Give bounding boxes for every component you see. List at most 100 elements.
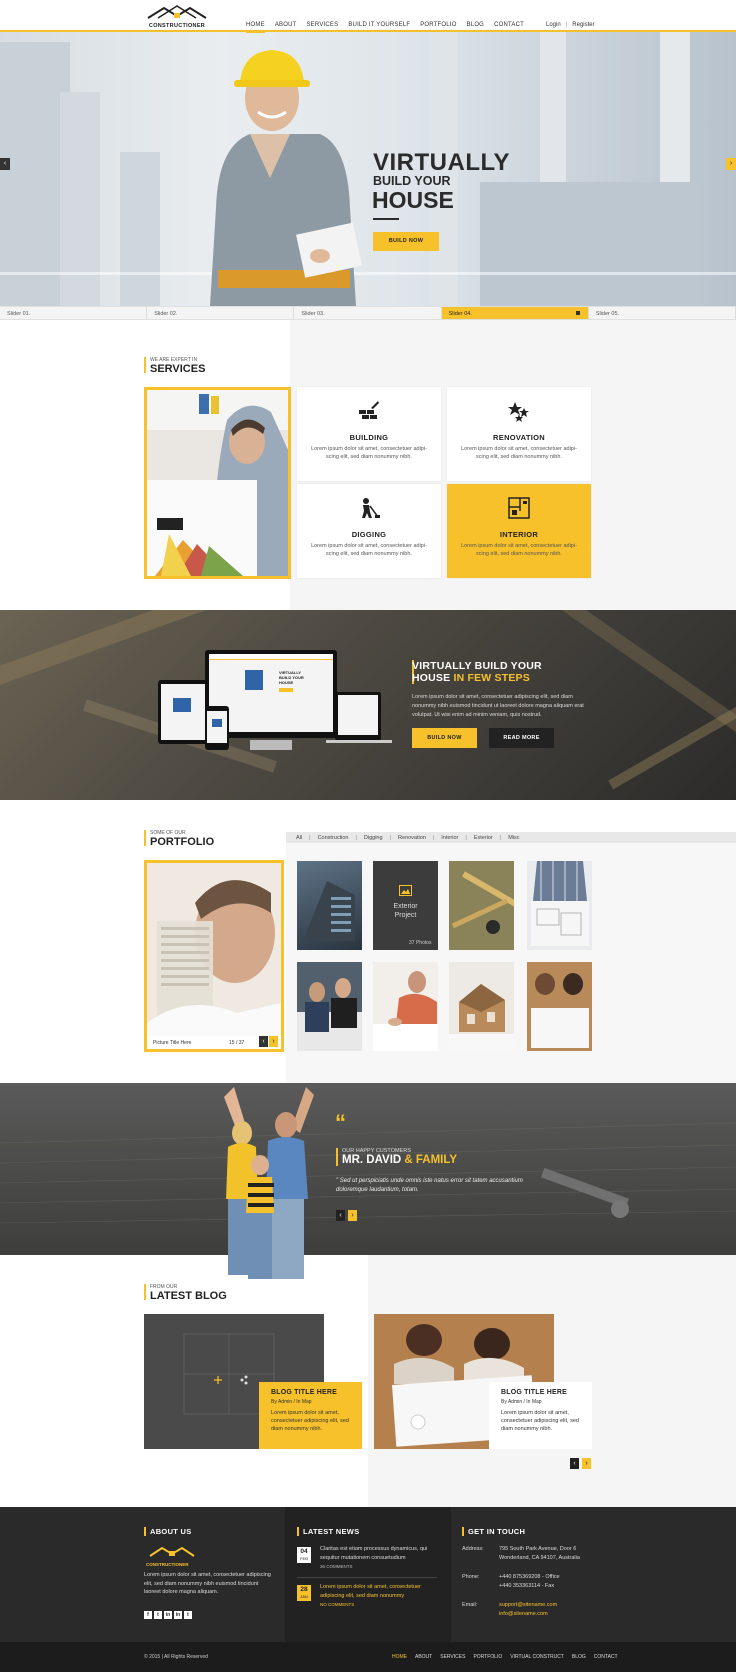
virtual-build-banner: VIRTUALLY BUILD YOUR HOUSE	[0, 610, 736, 800]
portfolio-thumb-house-model[interactable]	[449, 962, 514, 1051]
featured-man-with-model-image	[147, 863, 281, 1049]
screen-title-line3: HOUSE	[279, 680, 294, 685]
chevron-left-icon: ‹	[3, 160, 7, 167]
testimonial-next-button[interactable]: ›	[348, 1210, 357, 1221]
footer-nav-virtual-construct[interactable]: VIRTUAL CONSTRUCT	[510, 1654, 564, 1660]
filter-renovation[interactable]: Renovation	[398, 835, 426, 841]
testimonial-prev-button[interactable]: ‹	[336, 1210, 345, 1221]
business-meeting-image	[297, 978, 362, 1051]
blog-prev-button[interactable]: ‹	[570, 1458, 579, 1469]
news-comments[interactable]: 36 COMMENTS	[320, 1564, 353, 1569]
service-card-building[interactable]: BUILDING Lorem ipsum dolor sit amet, con…	[297, 387, 441, 481]
nav-services[interactable]: SERVICES	[306, 22, 338, 33]
blog-post-excerpt: Lorem ipsum dolor sit amet, consectetuer…	[271, 1410, 349, 1432]
featured-caption: Picture Title Here	[153, 1040, 192, 1046]
slider-tab-3[interactable]: Slider 03.	[294, 307, 442, 319]
portfolio-thumb-blueprint[interactable]	[527, 861, 592, 950]
nav-portfolio[interactable]: PORTFOLIO	[420, 22, 456, 33]
hero-prev-button[interactable]: ‹	[0, 158, 10, 170]
featured-next-button[interactable]: ›	[269, 1036, 278, 1047]
service-card-digging[interactable]: DIGGING Lorem ipsum dolor sit amet, cons…	[297, 484, 441, 578]
email-info-link[interactable]: info@sitename.com	[499, 1610, 548, 1619]
nav-home[interactable]: HOME	[246, 22, 265, 33]
news-item-text[interactable]: Lorem ipsum dolor sit amet, consectetuer…	[320, 1583, 442, 1600]
twitter-icon[interactable]: t	[154, 1611, 162, 1619]
filter-all[interactable]: All	[296, 835, 302, 841]
services-title: SERVICES	[150, 363, 206, 375]
portfolio-thumb-exterior-project[interactable]: Exterior Project 37 Photos	[373, 861, 438, 950]
house-roof-logo-icon	[147, 5, 207, 19]
footer-contact-title: GET IN TOUCH	[461, 1527, 526, 1536]
banner-build-now-button[interactable]: BUILD NOW	[412, 728, 477, 748]
blog-post-title[interactable]: BLOG TITLE HERE	[271, 1389, 350, 1396]
footer-nav-contact[interactable]: CONTACT	[594, 1654, 618, 1660]
slider-tab-2[interactable]: Slider 02.	[147, 307, 295, 319]
service-text: Lorem ipsum dolor sit amet, consectetuer…	[311, 446, 427, 460]
news-item-text[interactable]: Claritas est etiam processus dynamicus, …	[320, 1545, 442, 1562]
blog-post-1-card[interactable]: BLOG TITLE HERE By Admin / In Map Lorem …	[259, 1382, 362, 1449]
laptop-base	[326, 740, 392, 743]
bricks-trowel-icon	[359, 401, 379, 419]
news-divider	[297, 1577, 437, 1578]
filter-digging[interactable]: Digging	[364, 835, 383, 841]
portfolio-thumb-meeting[interactable]	[297, 962, 362, 1051]
blog-next-button[interactable]: ›	[582, 1458, 591, 1469]
address-value: 795 South Park Avenue, Door 6 Wonderland…	[499, 1546, 580, 1561]
hero-build-now-button[interactable]: BUILD NOW	[373, 232, 439, 251]
linkedin-alt-icon[interactable]: in	[174, 1611, 182, 1619]
facebook-icon[interactable]: f	[144, 1611, 152, 1619]
portfolio-thumb-drawing[interactable]	[373, 962, 438, 1051]
construction-worker-image	[210, 50, 362, 306]
chevron-left-icon: ‹	[262, 1038, 265, 1045]
footer-nav-about[interactable]: ABOUT	[415, 1654, 432, 1660]
nav-build-it-yourself[interactable]: BUILD IT YOURSELF	[348, 22, 410, 33]
footer-nav-blog[interactable]: BLOG	[572, 1654, 586, 1660]
service-card-renovation[interactable]: RENOVATION Lorem ipsum dolor sit amet, c…	[447, 387, 591, 481]
laptop-image	[335, 692, 381, 740]
featured-prev-button[interactable]: ‹	[259, 1036, 268, 1047]
news-comments[interactable]: NO COMMENTS	[320, 1602, 354, 1607]
nav-contact[interactable]: CONTACT	[494, 22, 524, 33]
testimonial-quote: " Sed ut perspiciatis unde omnis iste na…	[336, 1178, 523, 1193]
slider-tabs: Slider 01. Slider 02. Slider 03. Slider …	[0, 306, 736, 320]
linkedin-icon[interactable]: in	[164, 1611, 172, 1619]
slider-tab-5[interactable]: Slider 05.	[589, 307, 736, 319]
hero-title-line3: HOUSE	[372, 187, 454, 213]
service-card-interior[interactable]: INTERIOR Lorem ipsum dolor sit amet, con…	[447, 484, 591, 578]
filter-construction[interactable]: Construction	[318, 835, 349, 841]
footer-nav: HOME ABOUT SERVICES PORTFOLIO VIRTUAL CO…	[392, 1654, 618, 1660]
footer-nav-portfolio[interactable]: PORTFOLIO	[473, 1654, 502, 1660]
services-photo	[144, 387, 291, 579]
slider-tab-4[interactable]: Slider 04.	[441, 307, 589, 319]
nav-blog[interactable]: BLOG	[467, 22, 484, 33]
chevron-right-icon: ›	[272, 1038, 275, 1045]
email-label: Email:	[462, 1602, 478, 1608]
footer-nav-services[interactable]: SERVICES	[440, 1654, 465, 1660]
phone-fax: +440 353363114 - Fax	[499, 1583, 555, 1589]
filter-misc[interactable]: Misc	[508, 835, 519, 841]
footer-nav-home[interactable]: HOME	[392, 1654, 407, 1660]
hero-slider: VIRTUALLY BUILD YOUR HOUSE BUILD NOW ‹ ›	[0, 32, 736, 306]
monitor-stand	[250, 740, 292, 750]
portfolio-thumb-tools[interactable]	[449, 861, 514, 950]
logo-text: CONSTRUCTIONER	[148, 23, 206, 29]
blog-post-2-card[interactable]: BLOG TITLE HERE By Admin / In Map Lorem …	[489, 1382, 592, 1449]
portfolio-thumb-couple-plans[interactable]	[527, 962, 592, 1051]
hero-title-line2: BUILD YOUR	[373, 174, 451, 188]
login-link[interactable]: Login	[546, 22, 561, 28]
email-support-link[interactable]: support@sitename.com	[499, 1601, 557, 1610]
filter-exterior[interactable]: Exterior	[474, 835, 493, 841]
register-link[interactable]: Register	[572, 22, 594, 28]
blog-post-title[interactable]: BLOG TITLE HERE	[501, 1389, 580, 1396]
slider-tab-1[interactable]: Slider 01.	[0, 307, 148, 319]
banner-read-more-button[interactable]: READ MORE	[489, 728, 554, 748]
portfolio-featured[interactable]: Picture Title Here 15 / 37 ‹ ›	[144, 860, 284, 1052]
service-title: RENOVATION	[493, 433, 545, 442]
site-header: CONSTRUCTIONER HOME ABOUT SERVICES BUILD…	[0, 0, 736, 33]
hero-next-button[interactable]: ›	[726, 158, 736, 170]
nav-about[interactable]: ABOUT	[275, 22, 297, 33]
logo[interactable]: CONSTRUCTIONER	[144, 4, 210, 30]
filter-interior[interactable]: Interior	[441, 835, 458, 841]
portfolio-thumb-building[interactable]	[297, 861, 362, 950]
tumblr-icon[interactable]: t	[184, 1611, 192, 1619]
